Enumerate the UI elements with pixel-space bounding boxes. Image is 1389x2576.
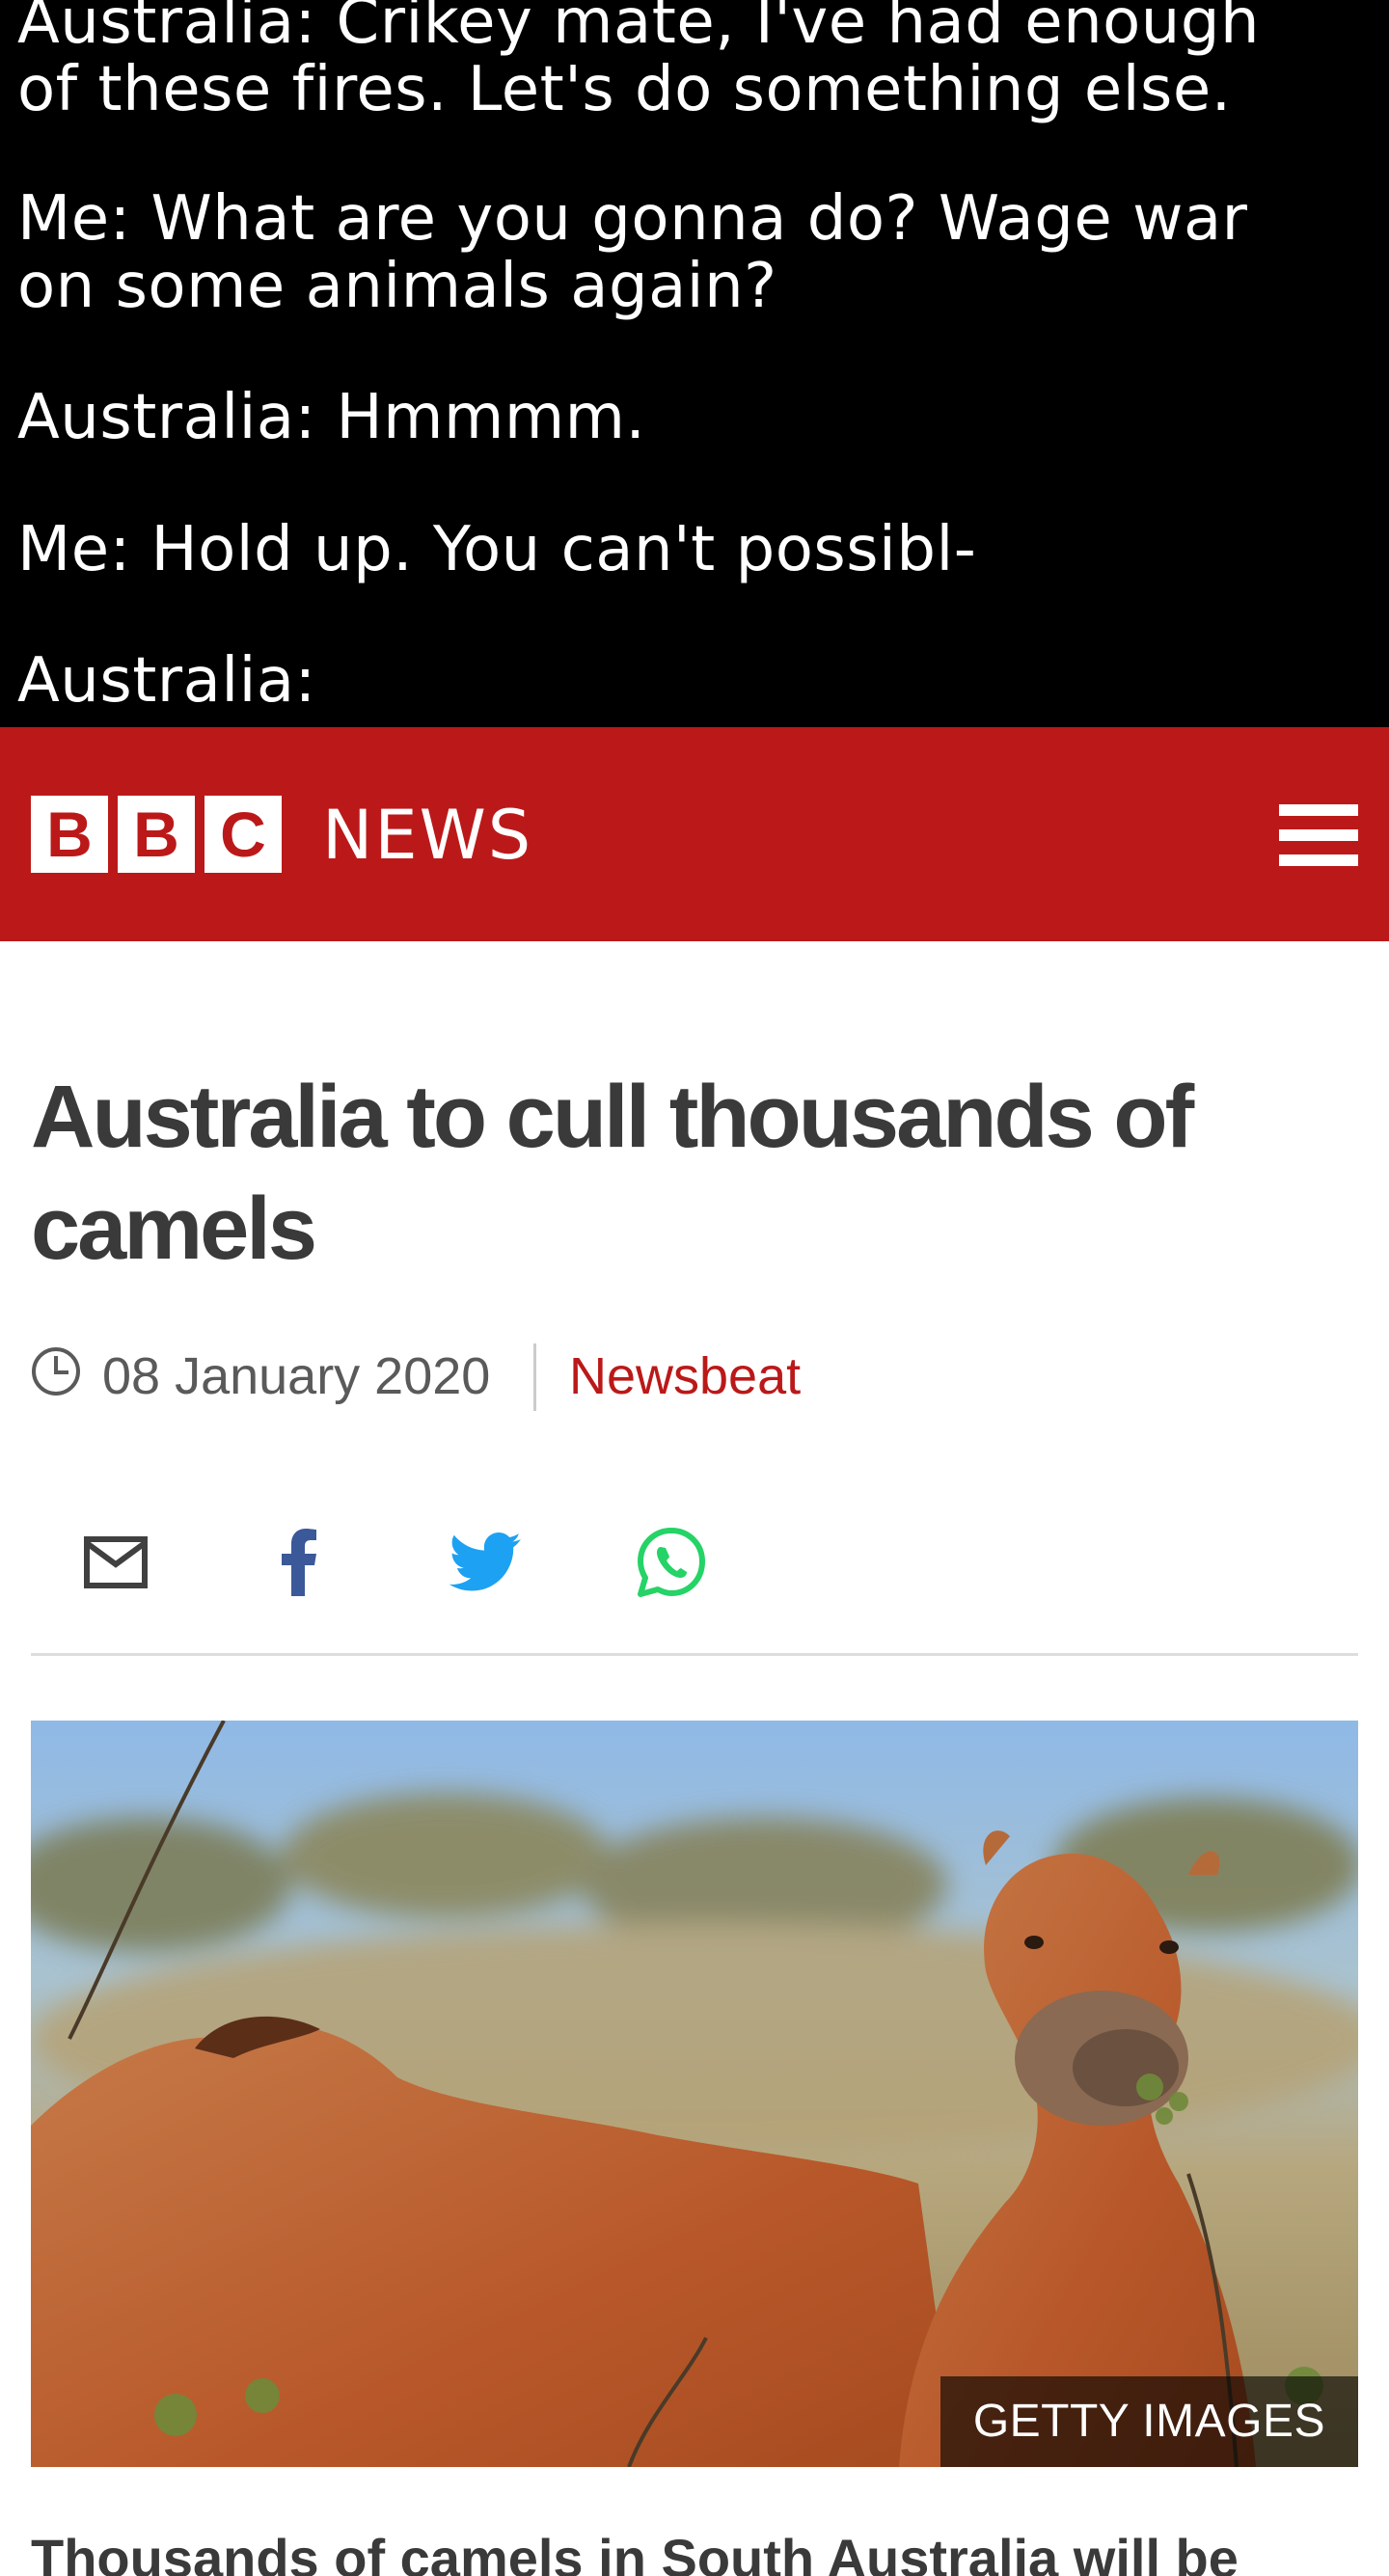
meme-line: Me: Hold up. You can't possibl-	[17, 514, 977, 585]
article-headline: Australia to cull thousands of camels	[31, 1068, 1194, 1278]
envelope-icon	[84, 1536, 148, 1588]
image-credit: GETTY IMAGES	[940, 2376, 1358, 2467]
facebook-icon	[282, 1529, 316, 1596]
share-divider	[31, 1653, 1358, 1656]
share-facebook-button[interactable]	[260, 1526, 338, 1599]
menu-button[interactable]	[1279, 804, 1358, 866]
meme-line: Australia: Hmmmm.	[17, 382, 646, 453]
meme-line: Me: What are you gonna do? Wage war	[17, 183, 1248, 255]
share-whatsapp-button[interactable]	[631, 1526, 712, 1599]
whatsapp-icon	[638, 1528, 705, 1597]
article-image: GETTY IMAGES	[31, 1721, 1358, 2467]
bbc-logo-letter: C	[204, 796, 282, 873]
meme-line: of these fires. Let's do something else.	[17, 54, 1232, 125]
meta-divider	[533, 1343, 536, 1411]
meme-line: on some animals again?	[17, 251, 777, 322]
meme-line: Australia:	[17, 645, 316, 717]
share-twitter-button[interactable]	[448, 1526, 525, 1599]
meme-caption: Australia: Crikey mate, I've had enough …	[0, 0, 1389, 727]
meme-line: Australia: Crikey mate, I've had enough	[17, 0, 1261, 58]
bbc-header: B B C NEWS	[0, 727, 1389, 941]
article-lede: Thousands of camels in South Australia w…	[31, 2528, 1239, 2576]
article-date: 08 January 2020	[102, 1347, 491, 1405]
twitter-icon	[449, 1532, 521, 1591]
bbc-logo-letter: B	[118, 796, 195, 873]
share-email-button[interactable]	[77, 1526, 154, 1599]
camel-photo	[31, 1721, 1358, 2467]
section-link[interactable]: Newsbeat	[569, 1346, 801, 1406]
bbc-logo-letter: B	[31, 796, 108, 873]
bbc-logo-blocks: B B C	[31, 796, 282, 873]
clock-icon	[32, 1347, 80, 1396]
news-wordmark: NEWS	[322, 796, 533, 875]
